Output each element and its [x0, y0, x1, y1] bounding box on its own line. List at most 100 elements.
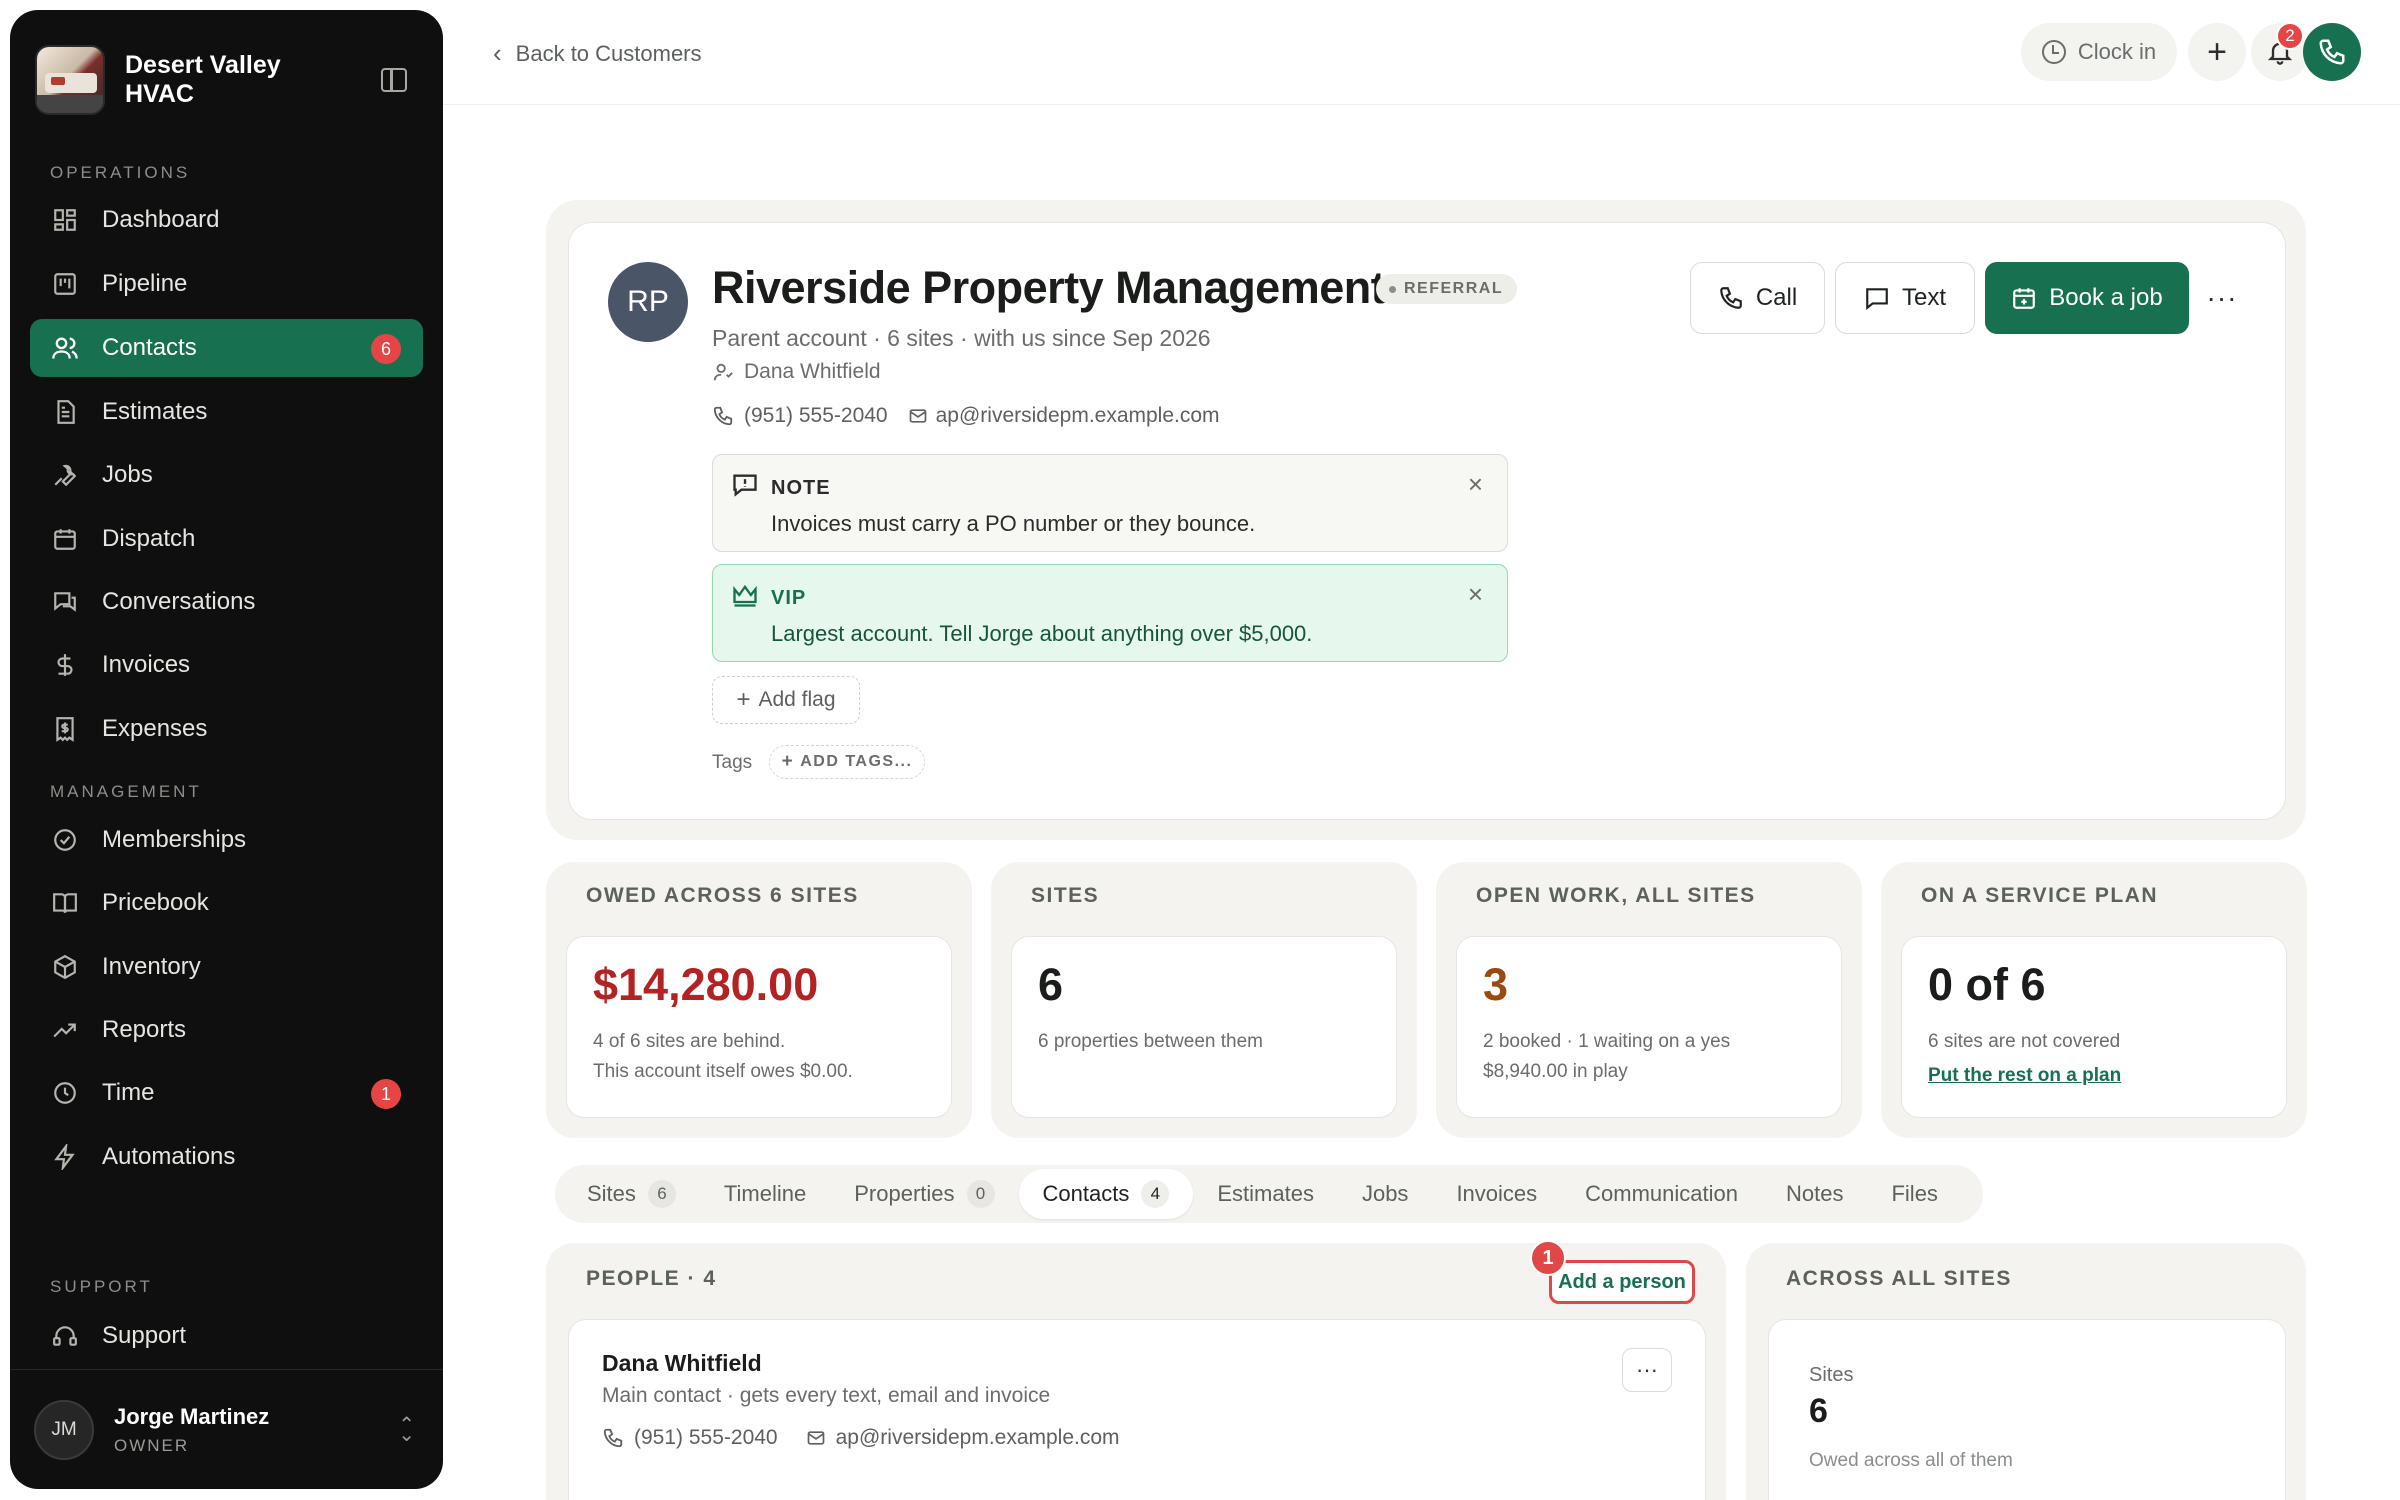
- back-link-label: Back to Customers: [515, 40, 702, 66]
- sidebar-item-estimates[interactable]: Estimates: [30, 383, 423, 441]
- plus-icon: +: [736, 686, 751, 713]
- section-label-management: MANAGEMENT: [50, 782, 202, 801]
- brand[interactable]: Desert Valley HVAC: [35, 35, 415, 125]
- calendar-plus-icon: [2011, 285, 2037, 311]
- sidebar-item-label: Inventory: [102, 953, 201, 980]
- sidebar-item-conversations[interactable]: Conversations: [30, 573, 423, 631]
- estimates-icon: [50, 397, 80, 427]
- sidebar-item-label: Reports: [102, 1016, 187, 1043]
- stat-label: ON A SERVICE PLAN: [1921, 884, 2159, 907]
- tags-label: Tags: [712, 752, 753, 773]
- close-icon[interactable]: ×: [1468, 469, 1483, 500]
- dashboard-icon: [50, 205, 80, 235]
- sidebar-item-inventory[interactable]: Inventory: [30, 938, 423, 996]
- sidebar-item-invoices[interactable]: Invoices: [30, 636, 423, 694]
- text-button[interactable]: Text: [1835, 262, 1975, 334]
- sidebar-item-dispatch[interactable]: Dispatch: [30, 510, 423, 568]
- across-label: ACROSS ALL SITES: [1786, 1267, 2012, 1290]
- primary-contact[interactable]: Dana Whitfield: [712, 360, 881, 384]
- person-contact-line: (951) 555-2040 ap@riversidepm.example.co…: [602, 1426, 1120, 1450]
- tab-invoices[interactable]: Invoices: [1432, 1169, 1561, 1219]
- tab-estimates[interactable]: Estimates: [1193, 1169, 1338, 1219]
- note-flag: NOTE Invoices must carry a PO number or …: [712, 454, 1508, 552]
- phone-icon: [2319, 39, 2345, 65]
- sidebar-item-memberships[interactable]: Memberships: [30, 811, 423, 869]
- sidebar-collapse-icon[interactable]: [381, 68, 407, 92]
- section-label-support: SUPPORT: [50, 1277, 153, 1296]
- sidebar-item-label: Pipeline: [102, 270, 188, 297]
- across-sites-label: Sites: [1809, 1364, 1854, 1386]
- add-tags-button[interactable]: + ADD TAGS...: [769, 745, 925, 779]
- sidebar-item-label: Dashboard: [102, 206, 220, 233]
- phone-icon: [1718, 285, 1744, 311]
- sidebar-item-reports[interactable]: Reports: [30, 1001, 423, 1059]
- more-actions-button[interactable]: ···: [2202, 280, 2242, 316]
- stat-label: OPEN WORK, ALL SITES: [1476, 884, 1756, 907]
- flag-title: VIP: [771, 587, 807, 609]
- tab-files[interactable]: Files: [1867, 1169, 1961, 1219]
- sidebar-item-expenses[interactable]: Expenses: [30, 700, 423, 758]
- customer-avatar: RP: [608, 262, 688, 342]
- contacts-count-badge: 6: [371, 334, 401, 364]
- stat-card: $14,280.00 4 of 6 sites are behind. This…: [566, 936, 952, 1118]
- tab-notes[interactable]: Notes: [1762, 1169, 1867, 1219]
- stat-desc-line: $8,940.00 in play: [1483, 1061, 1628, 1082]
- tab-properties[interactable]: Properties 0: [830, 1169, 1018, 1219]
- quick-add-button[interactable]: +: [2188, 23, 2246, 81]
- sidebar-item-label: Expenses: [102, 715, 208, 742]
- tab-label: Notes: [1786, 1181, 1844, 1206]
- stat-desc-line: This account itself owes $0.00.: [593, 1061, 853, 1082]
- stat-value: 0 of 6: [1928, 959, 2046, 1010]
- phone-dialer-button[interactable]: [2303, 23, 2361, 81]
- person-email[interactable]: ap@riversidepm.example.com: [836, 1426, 1120, 1450]
- section-label-operations: OPERATIONS: [50, 163, 191, 182]
- back-to-customers-link[interactable]: ‹ Back to Customers: [493, 38, 702, 69]
- sidebar-item-jobs[interactable]: Jobs: [30, 446, 423, 504]
- sidebar-item-contacts[interactable]: Contacts 6: [30, 319, 423, 377]
- tab-contacts[interactable]: Contacts 4: [1018, 1169, 1194, 1219]
- bolt-icon: [50, 1142, 80, 1172]
- flag-text: Largest account. Tell Jorge about anythi…: [771, 621, 1313, 646]
- stat-open-work: OPEN WORK, ALL SITES 3 2 booked · 1 wait…: [1436, 862, 1862, 1138]
- stat-sites: SITES 6 6 properties between them: [991, 862, 1417, 1138]
- customer-phone[interactable]: (951) 555-2040: [744, 404, 888, 428]
- close-icon[interactable]: ×: [1468, 579, 1483, 610]
- book-icon: [50, 888, 80, 918]
- text-label: Text: [1901, 284, 1946, 311]
- customer-tabs: Sites 6 Timeline Properties 0 Contacts 4 Es…: [555, 1165, 1983, 1223]
- person-phone[interactable]: (951) 555-2040: [634, 1426, 778, 1450]
- clock-in-button[interactable]: Clock in: [2021, 23, 2177, 81]
- sidebar-item-label: Time: [102, 1079, 155, 1106]
- book-job-button[interactable]: Book a job: [1985, 262, 2189, 334]
- plus-icon: +: [2207, 32, 2227, 71]
- sidebar-item-automations[interactable]: Automations: [30, 1128, 423, 1186]
- tab-label: Invoices: [1456, 1181, 1538, 1206]
- tab-timeline[interactable]: Timeline: [700, 1169, 830, 1219]
- service-plan-link[interactable]: Put the rest on a plan: [1928, 1065, 2121, 1087]
- badge-check-icon: [50, 825, 80, 855]
- tab-communication[interactable]: Communication: [1561, 1169, 1762, 1219]
- customer-email[interactable]: ap@riversidepm.example.com: [936, 404, 1220, 428]
- add-person-button[interactable]: Add a person: [1549, 1260, 1695, 1304]
- person-more-button[interactable]: ···: [1622, 1348, 1672, 1392]
- sidebar-item-pricebook[interactable]: Pricebook: [30, 874, 423, 932]
- source-tag: REFERRAL: [1376, 274, 1518, 304]
- top-bar: ‹ Back to Customers Clock in + 2: [443, 0, 2400, 105]
- tab-sites[interactable]: Sites 6: [563, 1169, 700, 1219]
- sidebar-item-dashboard[interactable]: Dashboard: [30, 191, 423, 249]
- stat-label: SITES: [1031, 884, 1100, 907]
- person-role: Main contact · gets every text, email an…: [602, 1384, 1051, 1407]
- clock-icon: [50, 1078, 80, 1108]
- pipeline-icon: [50, 269, 80, 299]
- sidebar-item-support[interactable]: Support: [30, 1307, 423, 1365]
- stat-description: 4 of 6 sites are behind. This account it…: [593, 1027, 853, 1087]
- call-button[interactable]: Call: [1690, 262, 1825, 334]
- stat-card: 6 6 properties between them: [1011, 936, 1397, 1118]
- stat-service-plan: ON A SERVICE PLAN 0 of 6 6 sites are not…: [1881, 862, 2307, 1138]
- sidebar-item-time[interactable]: Time 1: [30, 1064, 423, 1122]
- tab-jobs[interactable]: Jobs: [1338, 1169, 1432, 1219]
- sidebar-item-pipeline[interactable]: Pipeline: [30, 255, 423, 313]
- add-flag-button[interactable]: + Add flag: [712, 676, 860, 724]
- sidebar: Desert Valley HVAC OPERATIONS Dashboard …: [10, 10, 443, 1489]
- user-menu[interactable]: JM Jorge Martinez OWNER ⌃ ⌄: [10, 1369, 443, 1489]
